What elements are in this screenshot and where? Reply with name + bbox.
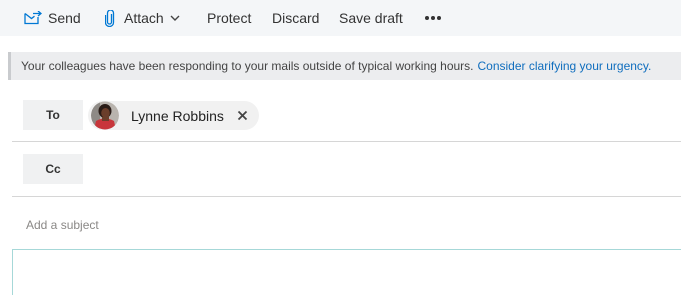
save-draft-button[interactable]: Save draft <box>339 0 403 36</box>
compose-toolbar: Send Attach Protect Discard Save draft <box>0 0 681 36</box>
working-hours-infobar: Your colleagues have been responding to … <box>8 52 681 80</box>
cc-divider <box>12 196 681 197</box>
more-options-button[interactable] <box>424 0 442 36</box>
attach-label: Attach <box>124 10 164 26</box>
message-body-editor[interactable] <box>12 249 681 295</box>
send-label: Send <box>48 10 81 26</box>
chevron-down-icon[interactable] <box>170 15 180 22</box>
infobar-message: Your colleagues have been responding to … <box>21 59 474 73</box>
to-button[interactable]: To <box>23 100 83 130</box>
attach-button[interactable]: Attach <box>105 0 180 36</box>
subject-input[interactable] <box>26 216 666 234</box>
close-icon[interactable] <box>236 109 249 122</box>
send-button[interactable]: Send <box>24 0 81 36</box>
cc-button[interactable]: Cc <box>23 154 83 184</box>
recipient-name: Lynne Robbins <box>131 107 224 124</box>
discard-button[interactable]: Discard <box>272 0 319 36</box>
ellipsis-icon <box>424 15 442 21</box>
avatar <box>91 101 119 130</box>
recipient-chip[interactable]: Lynne Robbins <box>88 101 259 130</box>
clarify-urgency-link[interactable]: Consider clarifying your urgency. <box>478 59 652 73</box>
protect-button[interactable]: Protect <box>207 0 251 36</box>
to-divider <box>12 141 681 142</box>
send-icon <box>24 11 42 25</box>
paperclip-icon <box>105 9 115 27</box>
